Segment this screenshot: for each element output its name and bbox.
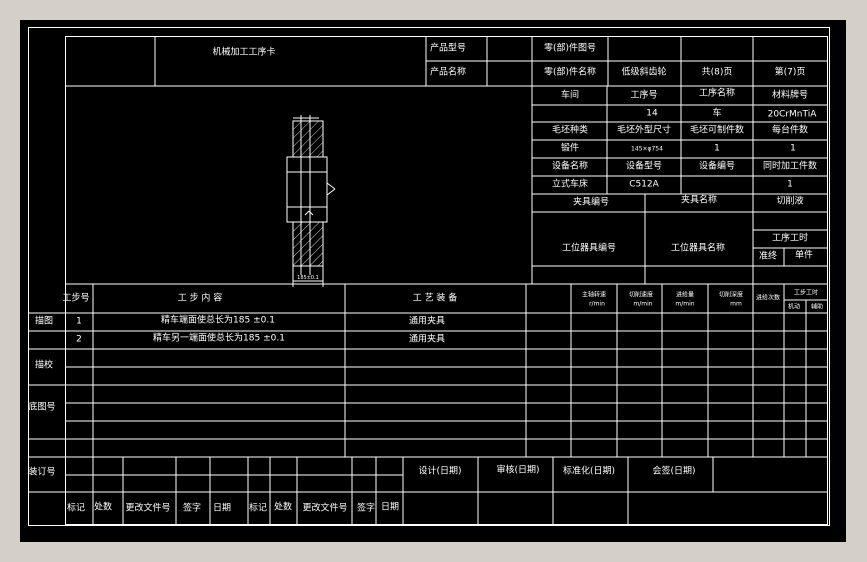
binding-label: 装订号 xyxy=(28,467,56,478)
mark-label-2: 标记 xyxy=(248,503,268,514)
countersign-label: 会签(日期) xyxy=(652,466,696,477)
date-label-2: 日期 xyxy=(380,502,400,513)
prep-time-label: 准终 xyxy=(758,251,778,262)
fixture-no-label: 夹具编号 xyxy=(572,197,610,208)
station-tool-no-label: 工位器具编号 xyxy=(561,243,617,254)
step-time-header: 工步工时 xyxy=(793,289,819,297)
equip-name-label: 设备名称 xyxy=(551,161,589,172)
sign-label-2: 签字 xyxy=(356,503,376,514)
equip-no-label: 设备编号 xyxy=(698,161,736,172)
depth-unit: mm xyxy=(730,300,742,308)
station-tool-name-label: 工位器具名称 xyxy=(670,243,726,254)
card-title: 机械加工工序卡 xyxy=(212,47,276,58)
dimension-text: 185±0.1 xyxy=(297,275,319,281)
change-label-1: 更改文件号 xyxy=(125,503,171,514)
page-number: 第(7)页 xyxy=(774,67,806,78)
mark-label-1: 标记 xyxy=(66,503,86,514)
part-name-value: 低级斜齿轮 xyxy=(621,67,667,78)
blank-qty-label: 毛坯可制件数 xyxy=(689,125,745,136)
per-unit-value: 1 xyxy=(790,143,796,154)
feed-header: 进给量 xyxy=(675,291,695,299)
material-label: 材料牌号 xyxy=(771,90,809,101)
step-no-header: 工步号 xyxy=(62,293,90,304)
part-name-label: 零(部)件名称 xyxy=(543,67,597,78)
blank-type-label: 毛坯种类 xyxy=(551,125,589,136)
concurrent-value: 1 xyxy=(787,179,793,190)
workshop-label: 车间 xyxy=(560,90,580,101)
sign-label-1: 签字 xyxy=(182,503,202,514)
part-no-label: 零(部)件图号 xyxy=(543,43,597,54)
count-label-2: 处数 xyxy=(273,502,293,513)
op-name-label: 工序名称 xyxy=(698,88,736,99)
coolant-label: 切削液 xyxy=(776,196,804,207)
equip-name-value: 立式车床 xyxy=(551,179,589,190)
per-unit-label: 每台件数 xyxy=(771,125,809,136)
change-label-2: 更改文件号 xyxy=(302,503,348,514)
blank-size-value: 145×φ754 xyxy=(631,145,663,153)
step-content-header: 工 步 内 容 xyxy=(177,293,223,304)
step-2-content: 精车另一端面使总长为185 ±0.1 xyxy=(153,333,285,344)
total-pages: 共(8)页 xyxy=(701,67,733,78)
process-card-sheet: 185±0.1 机械加工工序卡 产品型号 产品名称 零(部)件图号 零(部)件名… xyxy=(20,20,846,542)
equipment-header: 工 艺 装 备 xyxy=(412,293,458,304)
concurrent-label: 同时加工件数 xyxy=(762,161,818,172)
depth-header: 切削深度 xyxy=(718,291,744,299)
material-value: 20CrMnTiA xyxy=(767,109,817,120)
passes-header: 进给次数 xyxy=(755,294,781,302)
date-label-1: 日期 xyxy=(212,503,232,514)
op-no-value: 14 xyxy=(646,108,658,119)
blank-type-value: 锻件 xyxy=(560,143,580,154)
step-2-no: 2 xyxy=(76,334,82,345)
spindle-speed-unit: r/min xyxy=(589,300,605,308)
product-name-label: 产品名称 xyxy=(429,67,467,78)
review-label: 审核(日期) xyxy=(496,465,540,476)
part-drawing: 185±0.1 xyxy=(286,115,336,287)
drawing-label: 描图 xyxy=(34,316,54,327)
design-label: 设计(日期) xyxy=(418,466,462,477)
step-1-equipment: 通用夹具 xyxy=(408,316,446,327)
blank-size-label: 毛坯外型尺寸 xyxy=(616,125,672,136)
fixture-name-label: 夹具名称 xyxy=(680,195,718,206)
base-no-label: 底图号 xyxy=(28,402,56,413)
machine-time-header: 机动 xyxy=(787,303,801,311)
standard-label: 标准化(日期) xyxy=(562,466,616,477)
step-2-equipment: 通用夹具 xyxy=(408,334,446,345)
cutting-speed-unit: m/min xyxy=(633,300,653,308)
blank-qty-value: 1 xyxy=(714,143,720,154)
product-model-label: 产品型号 xyxy=(429,43,467,54)
op-name-value: 车 xyxy=(712,108,722,119)
op-time-label: 工序工时 xyxy=(771,233,809,244)
step-1-content: 精车端面使总长为185 ±0.1 xyxy=(161,315,275,326)
equip-model-label: 设备型号 xyxy=(625,161,663,172)
unit-time-label: 单件 xyxy=(794,250,814,261)
aux-time-header: 辅助 xyxy=(810,303,824,311)
check-label: 描校 xyxy=(34,360,54,371)
step-1-no: 1 xyxy=(76,316,82,327)
op-no-label: 工序号 xyxy=(630,90,658,101)
spindle-speed-header: 主轴转速 xyxy=(581,291,607,299)
equip-model-value: C512A xyxy=(629,179,659,190)
feed-unit: m/min xyxy=(675,300,695,308)
count-label-1: 处数 xyxy=(93,502,113,513)
cutting-speed-header: 切削速度 xyxy=(628,291,654,299)
